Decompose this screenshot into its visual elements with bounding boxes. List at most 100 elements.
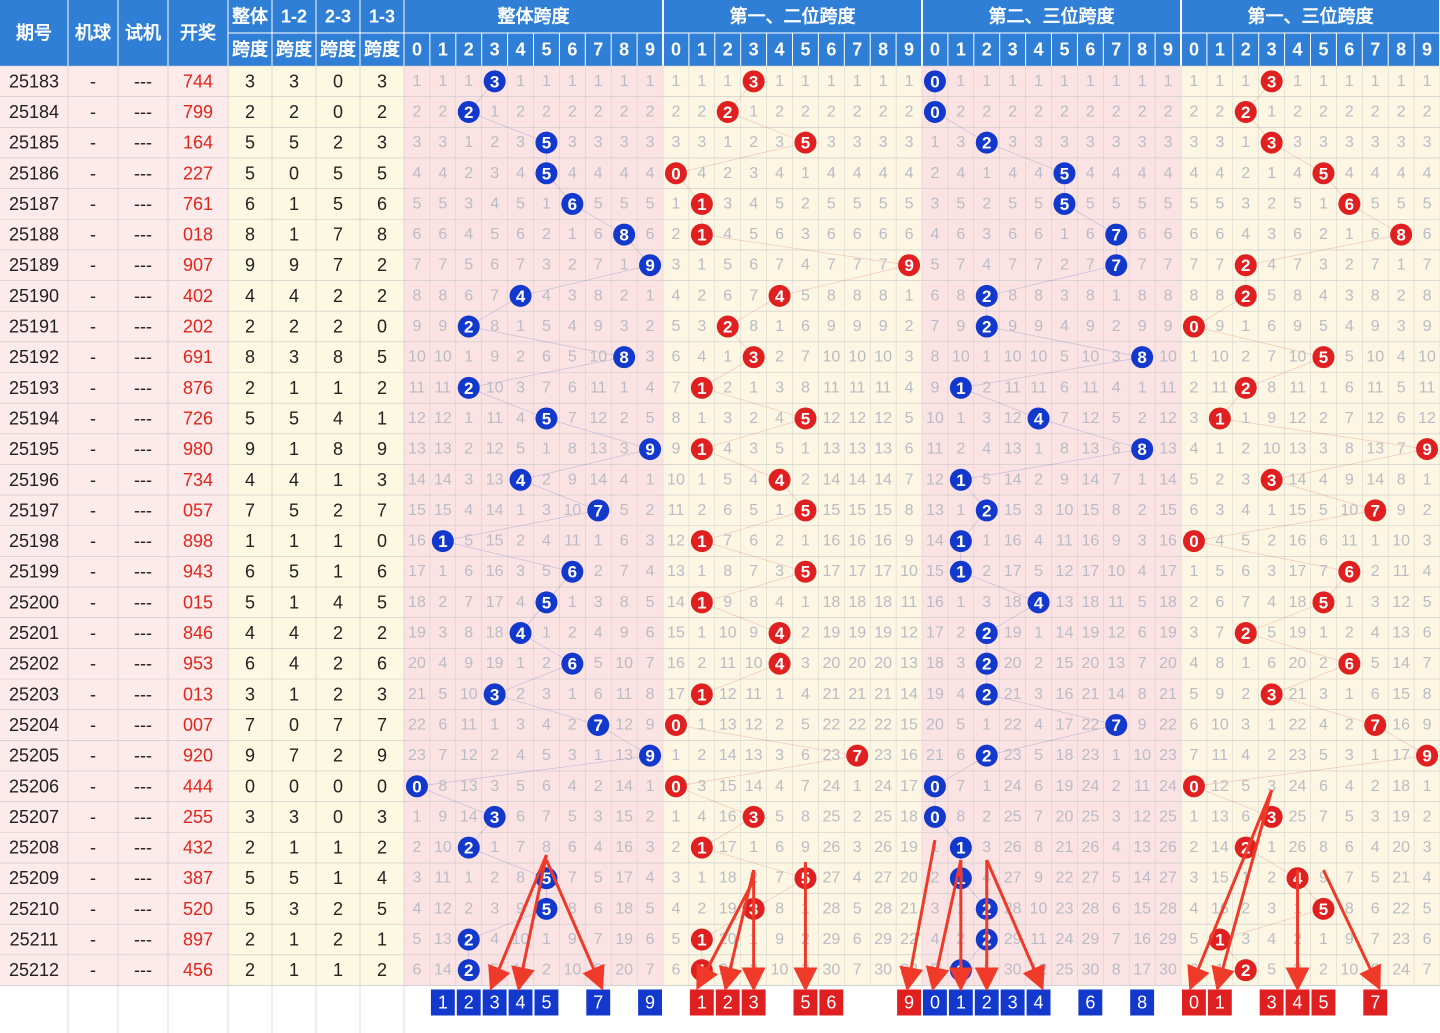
omission-count: 1 (1189, 808, 1198, 825)
omission-count: 1 (620, 257, 629, 274)
issue-number: 25184 (9, 102, 59, 122)
omission-count: 15 (822, 502, 840, 519)
ball-machine: - (90, 623, 96, 643)
span-ball-label: 9 (645, 256, 654, 275)
omission-count: 4 (412, 900, 421, 917)
issue-number: 25194 (9, 408, 59, 428)
omission-count: 5 (775, 195, 784, 212)
omission-count: 2 (801, 471, 810, 488)
omission-count: 18 (1004, 594, 1022, 611)
span-value: 0 (333, 776, 343, 796)
omission-count: 2 (982, 808, 991, 825)
omission-count: 3 (801, 655, 810, 672)
omission-count: 6 (930, 287, 939, 304)
span-value: 0 (333, 71, 343, 91)
ball-machine: - (90, 807, 96, 827)
omission-count: 9 (930, 379, 939, 396)
omission-count: 1 (1345, 594, 1354, 611)
omission-count: 4 (1189, 165, 1198, 182)
omission-count: 1 (490, 103, 499, 120)
issue-number: 25185 (9, 133, 59, 153)
header-digit: 1 (1215, 40, 1225, 60)
omission-count: 8 (930, 349, 939, 366)
omission-count: 22 (1159, 716, 1177, 733)
omission-count: 6 (879, 226, 888, 243)
omission-count: 8 (801, 808, 810, 825)
omission-count: 8 (646, 686, 655, 703)
header-digit: 0 (412, 40, 422, 60)
omission-count: 7 (1397, 441, 1406, 458)
omission-count: 2 (1034, 103, 1043, 120)
omission-count: 11 (668, 502, 685, 519)
header-digit: 8 (1137, 40, 1147, 60)
span-ball-label: 6 (568, 655, 577, 674)
omission-count: 3 (542, 257, 551, 274)
omission-count: 11 (435, 870, 452, 887)
omission-count: 1 (671, 73, 680, 90)
omission-count: 7 (1241, 594, 1250, 611)
omission-count: 10 (900, 563, 918, 580)
omission-count: 5 (1008, 195, 1017, 212)
omission-count: 3 (464, 471, 473, 488)
omission-count: 20 (1159, 655, 1177, 672)
omission-count: 2 (1215, 471, 1224, 488)
omission-count: 9 (879, 318, 888, 335)
omission-count: 22 (1392, 900, 1410, 917)
span-value: 6 (245, 562, 255, 582)
omission-count: 8 (879, 287, 888, 304)
span-value: 2 (289, 102, 299, 122)
span-ball-label: 7 (853, 747, 862, 766)
omission-count: 3 (1189, 625, 1198, 642)
omission-count: 3 (982, 410, 991, 427)
omission-count: 20 (900, 870, 918, 887)
omission-count: 2 (1319, 103, 1328, 120)
omission-count: 15 (926, 563, 944, 580)
omission-count: 7 (853, 257, 862, 274)
omission-count: 1 (1215, 73, 1224, 90)
omission-count: 7 (905, 471, 914, 488)
omission-count: 5 (723, 471, 732, 488)
omission-count: 2 (1423, 103, 1432, 120)
omission-count: 8 (749, 318, 758, 335)
omission-count: 15 (667, 625, 685, 642)
omission-count: 13 (1392, 625, 1410, 642)
trial-number: --- (134, 623, 152, 643)
omission-count: 10 (1392, 533, 1410, 550)
omission-count: 1 (1267, 839, 1276, 856)
omission-count: 2 (542, 655, 551, 672)
omission-count: 9 (1086, 318, 1095, 335)
omission-count: 18 (900, 808, 918, 825)
omission-count: 1 (1345, 73, 1354, 90)
ball-machine: - (90, 868, 96, 888)
omission-count: 1 (594, 533, 603, 550)
omission-count: 12 (926, 471, 944, 488)
omission-count: 2 (646, 103, 655, 120)
omission-count: 5 (982, 471, 991, 488)
span-ball-label: 4 (775, 655, 785, 674)
omission-count: 1 (1267, 165, 1276, 182)
omission-count: 4 (1345, 318, 1354, 335)
omission-count: 19 (822, 625, 840, 642)
omission-count: 7 (438, 257, 447, 274)
omission-count: 12 (1133, 808, 1151, 825)
omission-count: 13 (1107, 655, 1125, 672)
span-ball-label: 1 (438, 532, 447, 551)
omission-count: 6 (1423, 625, 1432, 642)
omission-count: 2 (1371, 778, 1380, 795)
omission-count: 1 (1034, 625, 1043, 642)
span-ball-label: 6 (568, 563, 577, 582)
span-ball-label: 4 (775, 287, 785, 306)
omission-count: 1 (1241, 655, 1250, 672)
span-value: 4 (377, 868, 387, 888)
omission-count: 1 (516, 655, 525, 672)
omission-count: 25 (874, 808, 892, 825)
span-value: 1 (333, 960, 343, 980)
header-digit: 5 (541, 40, 551, 60)
omission-count: 11 (590, 379, 607, 396)
header-span-bottom: 跨度 (364, 39, 401, 60)
header-digit: 9 (904, 40, 914, 60)
span-value: 5 (377, 899, 387, 919)
omission-count: 11 (1212, 747, 1229, 764)
omission-count: 8 (1345, 441, 1354, 458)
omission-count: 27 (1081, 870, 1099, 887)
